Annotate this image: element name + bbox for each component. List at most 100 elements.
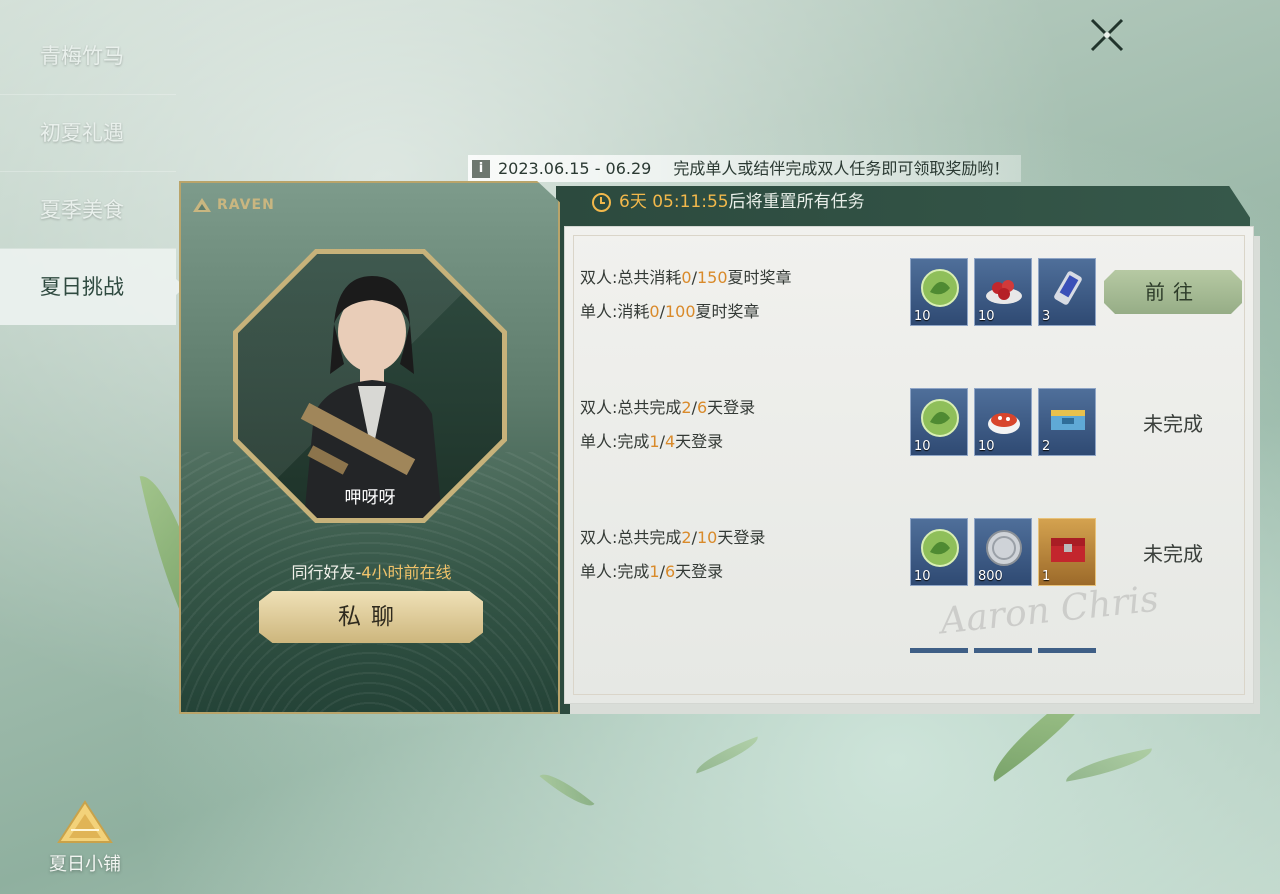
reward-item[interactable]: 10	[910, 258, 968, 326]
duo-total: 10	[696, 528, 718, 547]
solo-requirement: 单人:完成1/4天登录	[580, 428, 723, 452]
reward-item[interactable]: 800	[974, 518, 1032, 586]
reward-bar	[910, 648, 968, 653]
reward-quantity: 10	[978, 439, 995, 454]
avatar-frame: 呷呀呀	[233, 249, 507, 523]
timer-days: 6天	[619, 192, 647, 212]
solo-requirement: 单人:完成1/6天登录	[580, 558, 723, 582]
solo-done: 1	[649, 562, 660, 581]
timer-suffix: 后将重置所有任务	[728, 192, 865, 212]
leaf-decoration	[691, 736, 763, 774]
supply-box-icon	[1048, 398, 1088, 438]
private-chat-button[interactable]: 私聊	[259, 591, 483, 643]
reward-bar	[974, 648, 1032, 653]
leaf-decoration	[539, 765, 595, 815]
reward-quantity: 800	[978, 569, 1003, 584]
solo-done: 1	[649, 432, 660, 451]
character-card: RAVEN 呷呀呀 同行好友-4小时前在线 私聊	[179, 181, 560, 714]
solo-prefix: 单人:完成	[580, 432, 650, 451]
friend-status: 同行好友-4小时前在线	[181, 559, 560, 583]
rice-dumpling-icon	[57, 800, 113, 846]
task-status-incomplete: 未完成	[1143, 412, 1203, 436]
reward-item[interactable]: 10	[974, 388, 1032, 456]
duo-suffix: 天登录	[717, 528, 766, 547]
reward-item[interactable]: 10	[974, 258, 1032, 326]
food-bowl-icon	[984, 398, 1024, 438]
berries-plate-icon	[984, 268, 1024, 308]
red-crate-icon	[1048, 528, 1088, 568]
solo-total: 6	[664, 562, 676, 581]
task-row: 双人:总共消耗0/150夏时奖章 单人:消耗0/100夏时奖章 10 10 3 前往	[580, 258, 1244, 330]
timer-time: 05:11:55	[652, 192, 729, 212]
reward-item[interactable]: 1	[1038, 518, 1096, 586]
avatar[interactable]: 呷呀呀	[238, 254, 502, 518]
reward-quantity: 1	[1042, 569, 1051, 584]
solo-total: 100	[664, 302, 696, 321]
reset-timer: 6天 05:11:55 后将重置所有任务	[592, 188, 865, 216]
friend-last-online: 4小时前在线	[361, 563, 452, 582]
character-portrait-icon	[300, 276, 442, 518]
info-icon: i	[472, 159, 490, 178]
event-date-range: 2023.06.15 - 06.29	[498, 159, 652, 178]
reward-bar	[1038, 648, 1096, 653]
solo-requirement: 单人:消耗0/100夏时奖章	[580, 298, 760, 322]
raven-logo: RAVEN	[193, 197, 275, 213]
duo-suffix: 天登录	[707, 398, 756, 417]
clock-icon	[592, 192, 611, 212]
solo-prefix: 单人:消耗	[580, 302, 650, 321]
duo-suffix: 夏时奖章	[727, 268, 792, 287]
reward-item[interactable]: 10	[910, 518, 968, 586]
raven-logo-icon	[193, 198, 211, 212]
duo-done: 2	[681, 528, 692, 547]
task-row: 双人:总共完成2/10天登录 单人:完成1/6天登录 10 800 1 未完成	[580, 518, 1244, 590]
raven-brand-text: RAVEN	[217, 197, 275, 213]
solo-prefix: 单人:完成	[580, 562, 650, 581]
reward-list: 10 10 2	[910, 388, 1096, 456]
reward-list: 10 800 1	[910, 518, 1096, 586]
summer-shop-button[interactable]: 夏日小铺	[30, 800, 140, 876]
silver-coin-icon	[984, 528, 1024, 568]
green-medal-icon	[920, 398, 960, 438]
duo-prefix: 双人:总共消耗	[580, 268, 682, 287]
reward-quantity: 10	[978, 309, 995, 324]
reward-quantity: 3	[1042, 309, 1051, 324]
sidebar-item-childhood[interactable]: 青梅竹马	[0, 18, 176, 95]
task-status-incomplete: 未完成	[1143, 542, 1203, 566]
solo-suffix: 夏时奖章	[695, 302, 760, 321]
duo-prefix: 双人:总共完成	[580, 398, 682, 417]
reward-item[interactable]: 2	[1038, 388, 1096, 456]
reward-quantity: 10	[914, 439, 931, 454]
task-row: 双人:总共完成2/6天登录 单人:完成1/4天登录 10 10 2 未完成	[580, 388, 1244, 460]
close-button[interactable]	[1086, 14, 1128, 56]
green-medal-icon	[920, 528, 960, 568]
sidebar-item-summer-challenge[interactable]: 夏日挑战	[0, 249, 185, 325]
reward-quantity: 10	[914, 569, 931, 584]
duo-requirement: 双人:总共完成2/6天登录	[580, 394, 755, 418]
reward-quantity: 2	[1042, 439, 1051, 454]
sidebar: 青梅竹马 初夏礼遇 夏季美食 夏日挑战	[0, 18, 185, 325]
reward-list: 10 10 3	[910, 258, 1096, 326]
duo-requirement: 双人:总共完成2/10天登录	[580, 524, 765, 548]
duo-total: 6	[696, 398, 708, 417]
green-medal-icon	[920, 268, 960, 308]
go-button[interactable]: 前往	[1104, 270, 1242, 314]
duo-prefix: 双人:总共完成	[580, 528, 682, 547]
reward-bars	[910, 648, 1096, 653]
reward-item[interactable]: 10	[910, 388, 968, 456]
leaf-decoration	[1063, 748, 1155, 782]
event-info-bar: i 2023.06.15 - 06.29 完成单人或结伴完成双人任务即可领取奖励…	[468, 155, 1022, 182]
duo-requirement: 双人:总共消耗0/150夏时奖章	[580, 264, 792, 288]
reward-quantity: 10	[914, 309, 931, 324]
solo-suffix: 天登录	[675, 432, 724, 451]
sidebar-item-early-summer-gifts[interactable]: 初夏礼遇	[0, 95, 176, 172]
sidebar-item-summer-food[interactable]: 夏季美食	[0, 172, 176, 249]
duo-done: 2	[681, 398, 692, 417]
duo-total: 150	[696, 268, 728, 287]
summer-shop-label: 夏日小铺	[49, 854, 121, 875]
solo-suffix: 天登录	[675, 562, 724, 581]
reward-item[interactable]: 3	[1038, 258, 1096, 326]
solo-total: 4	[664, 432, 676, 451]
close-icon	[1090, 18, 1124, 52]
phone-device-icon	[1048, 268, 1088, 308]
solo-done: 0	[649, 302, 660, 321]
